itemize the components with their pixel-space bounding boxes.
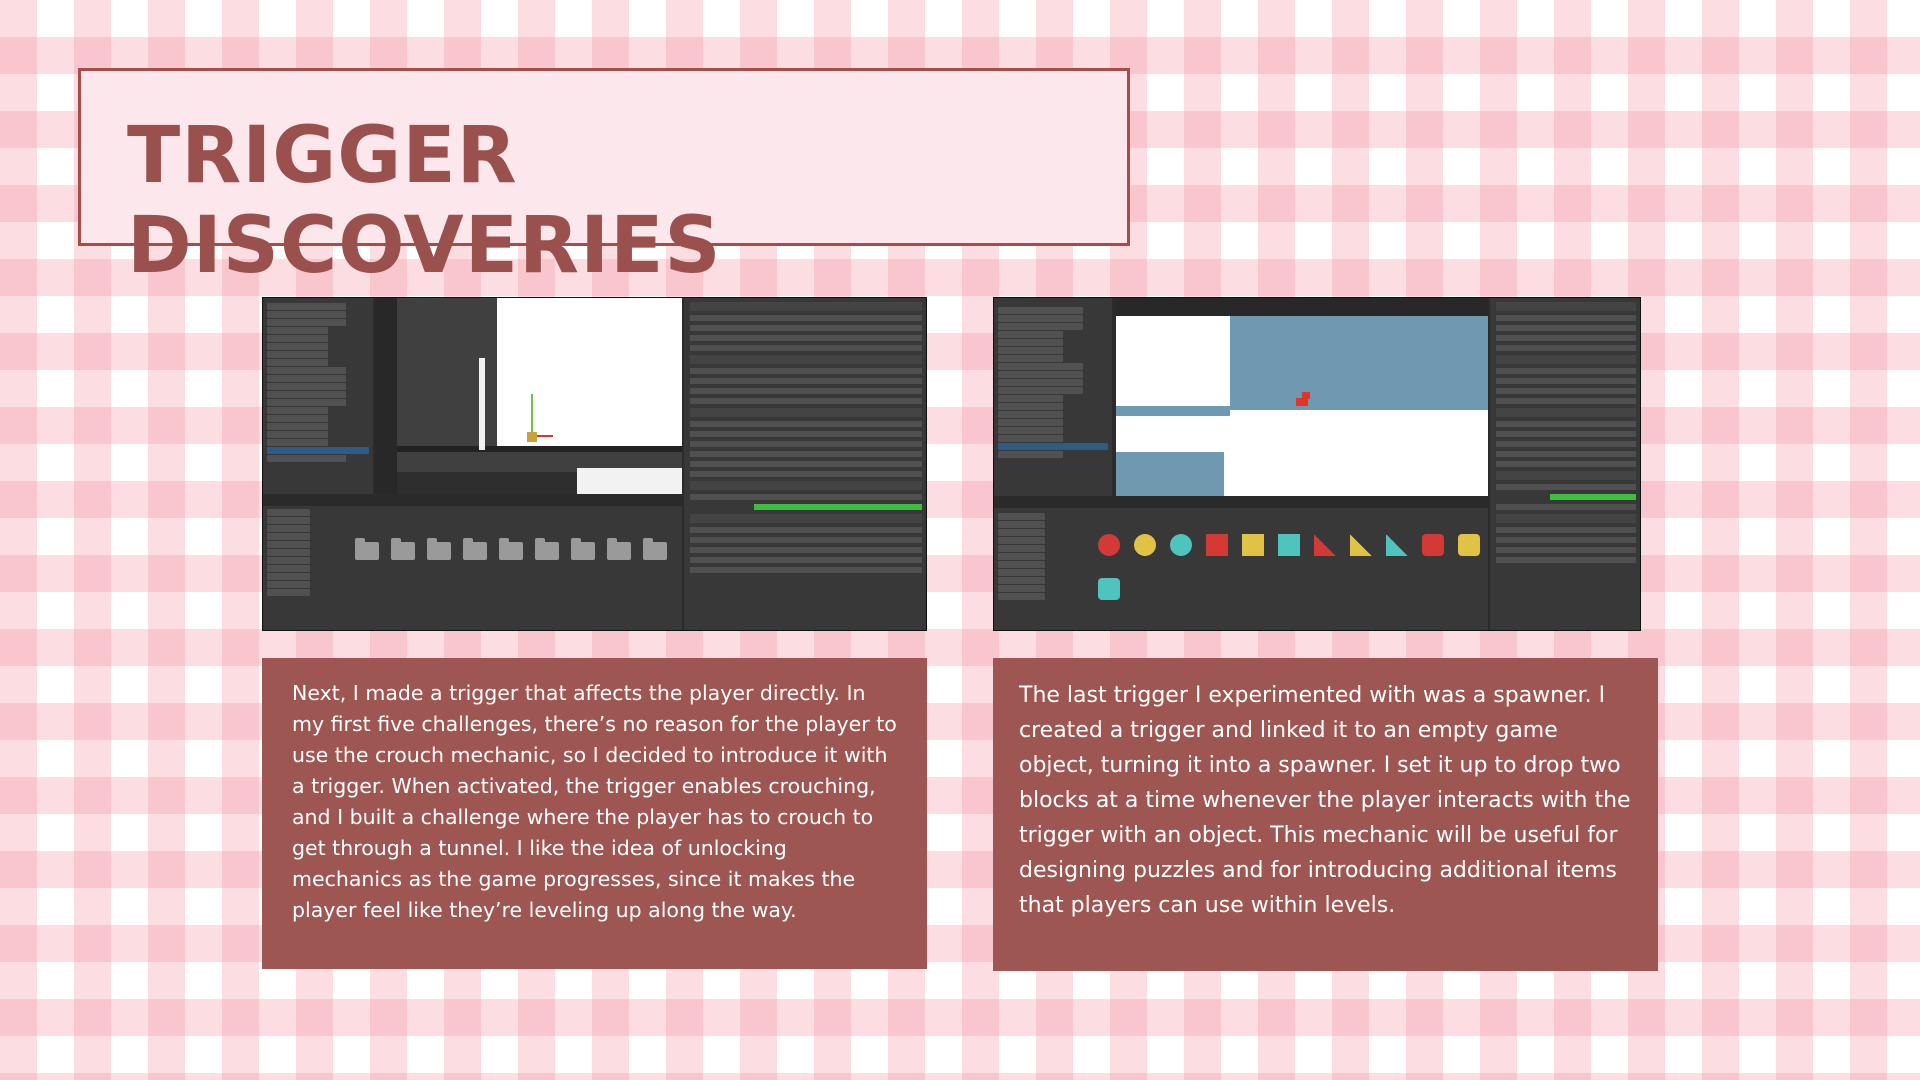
game-view (1116, 316, 1488, 496)
caption-spawner-trigger: The last trigger I experimented with was… (993, 658, 1658, 971)
inspector-panel (684, 298, 926, 630)
caption-text: The last trigger I experimented with was… (1019, 683, 1631, 918)
hierarchy-panel (994, 298, 1112, 496)
caption-crouch-trigger: Next, I made a trigger that affects the … (262, 658, 927, 969)
hierarchy-panel (263, 298, 373, 494)
inspector-panel (1490, 298, 1640, 630)
screenshot-trigger-crouch (262, 297, 927, 631)
title-banner: TRIGGER DISCOVERIES (78, 68, 1130, 291)
scene-view (397, 298, 682, 494)
scene-toolbar (1116, 298, 1488, 316)
screenshot-spawner (993, 297, 1641, 631)
project-panel (994, 498, 1488, 630)
page-title: TRIGGER DISCOVERIES (127, 111, 722, 291)
caption-text: Next, I made a trigger that affects the … (292, 681, 897, 922)
scene-tools (375, 298, 397, 494)
project-panel (263, 496, 682, 630)
